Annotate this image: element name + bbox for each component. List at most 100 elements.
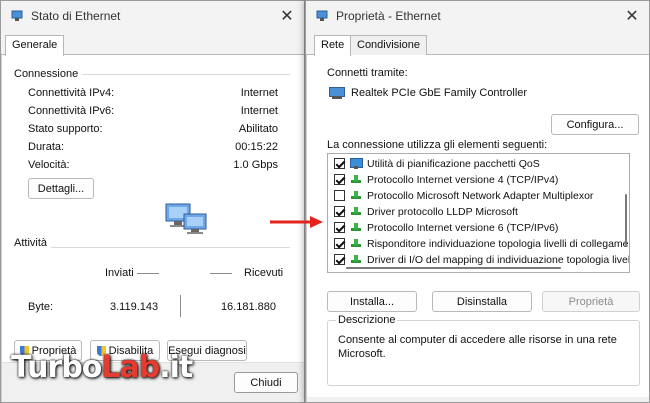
row-value: 1.0 Gbps — [233, 159, 278, 171]
row-value: 00:15:22 — [235, 141, 278, 153]
properties-button[interactable]: Proprietà — [14, 340, 82, 361]
ethernet-properties-window: Proprietà - Ethernet ✕ Rete Condivisione… — [305, 0, 650, 403]
vertical-scrollbar[interactable] — [625, 156, 628, 252]
row-label: Stato supporto: — [28, 123, 103, 135]
connection-row: Connettività IPv6: Internet — [28, 105, 278, 121]
sent-label: Inviati — [105, 267, 134, 279]
window-title: Proprietà - Ethernet — [336, 9, 441, 23]
network-adapter-icon — [11, 10, 23, 22]
description-group: Descrizione Consente al computer di acce… — [327, 314, 640, 386]
diagnose-button[interactable]: Esegui diagnosi — [167, 340, 247, 361]
tab-network[interactable]: Rete — [314, 35, 352, 56]
disable-button-label: Disabilita — [108, 344, 154, 357]
connection-row: Connettività IPv4: Internet — [28, 87, 278, 103]
checkbox[interactable] — [334, 174, 345, 185]
shield-icon — [19, 345, 29, 356]
checkbox[interactable] — [334, 158, 345, 169]
horizontal-scrollbar[interactable] — [346, 267, 607, 270]
scrollbar-thumb[interactable] — [346, 267, 561, 269]
configure-button[interactable]: Configura... — [551, 114, 639, 135]
item-properties-button[interactable]: Proprietà — [542, 291, 640, 312]
properties-button-label: Proprietà — [31, 344, 77, 357]
tab-sharing[interactable]: Condivisione — [350, 35, 427, 55]
close-button[interactable]: Chiudi — [234, 372, 298, 393]
list-item[interactable]: Driver protocollo LLDP Microsoft — [334, 204, 518, 219]
annotation-arrow-icon — [268, 215, 324, 229]
uninstall-button[interactable]: Disinstalla — [432, 291, 532, 312]
network-items-list[interactable]: Utilità di pianificazione pacchetti QoS … — [327, 153, 630, 273]
list-item[interactable]: Risponditore individuazione topologia li… — [334, 236, 630, 251]
network-adapter-icon — [316, 10, 328, 22]
row-value: Internet — [240, 87, 278, 99]
network-adapter-icon — [329, 87, 345, 99]
install-button[interactable]: Installa... — [327, 291, 417, 312]
close-icon[interactable]: ✕ — [276, 5, 298, 27]
list-item-label: Protocollo Internet versione 6 (TCP/IPv6… — [367, 221, 559, 234]
qos-monitor-icon — [350, 158, 363, 169]
protocol-icon — [350, 254, 362, 265]
window-title: Stato di Ethernet — [31, 9, 121, 23]
list-item-label: Protocollo Internet versione 4 (TCP/IPv4… — [367, 173, 559, 186]
bytes-label: Byte: — [28, 301, 54, 313]
connection-group-title: Connessione — [14, 68, 83, 80]
list-item-label: Utilità di pianificazione pacchetti QoS — [367, 157, 540, 170]
disable-button[interactable]: Disabilita — [90, 340, 160, 361]
checkbox[interactable] — [334, 222, 345, 233]
connection-row: Stato supporto: Abilitato — [28, 123, 278, 139]
ethernet-status-window: Stato di Ethernet ✕ Generale Connessione… — [0, 0, 305, 403]
connection-row: Velocità: 1.0 Gbps — [28, 159, 278, 175]
protocol-icon — [350, 206, 362, 217]
row-value: Abilitato — [238, 123, 278, 135]
dialog-footer: Chiudi — [2, 362, 304, 402]
list-item[interactable]: Protocollo Internet versione 6 (TCP/IPv6… — [334, 220, 558, 235]
protocol-icon — [350, 238, 362, 249]
items-label: La connessione utilizza gli elementi seg… — [327, 139, 548, 151]
network-panel: Connetti tramite: Realtek PCIe GbE Famil… — [306, 55, 649, 402]
close-icon[interactable]: ✕ — [621, 5, 643, 27]
bytes-sent-value: 3.119.143 — [110, 301, 159, 313]
tab-strip: Rete Condivisione — [306, 35, 649, 56]
tab-strip: Generale — [1, 35, 304, 56]
bytes-received-value: 16.181.880 — [220, 301, 276, 313]
list-item-label: Driver di I/O del mapping di individuazi… — [367, 253, 630, 266]
received-label: Ricevuti — [244, 267, 284, 279]
protocol-icon — [350, 222, 362, 233]
received-line — [210, 273, 232, 274]
list-item-label: Driver protocollo LLDP Microsoft — [367, 205, 518, 218]
list-item[interactable]: Driver di I/O del mapping di individuazi… — [334, 252, 630, 267]
connection-row: Durata: 00:15:22 — [28, 141, 278, 157]
row-label: Durata: — [28, 141, 65, 153]
connect-using-label: Connetti tramite: — [327, 67, 408, 79]
network-computers-icon — [162, 200, 212, 240]
row-label: Connettività IPv4: — [28, 87, 115, 99]
protocol-icon — [350, 190, 362, 201]
row-label: Connettività IPv6: — [28, 105, 115, 117]
divider — [14, 247, 290, 248]
list-item[interactable]: Utilità di pianificazione pacchetti QoS — [334, 156, 540, 171]
details-button[interactable]: Dettagli... — [28, 178, 94, 199]
row-value: Internet — [240, 105, 278, 117]
scrollbar-thumb[interactable] — [625, 194, 627, 246]
list-item-label: Risponditore individuazione topologia li… — [367, 237, 630, 250]
ethernet-status-titlebar: Stato di Ethernet ✕ — [1, 1, 304, 31]
sent-line — [137, 273, 159, 274]
protocol-icon — [350, 174, 362, 185]
checkbox[interactable] — [334, 190, 345, 201]
description-title: Descrizione — [336, 314, 398, 326]
tab-general[interactable]: Generale — [5, 35, 65, 56]
list-item[interactable]: Protocollo Microsoft Network Adapter Mul… — [334, 188, 593, 203]
checkbox[interactable] — [334, 238, 345, 249]
row-label: Velocità: — [28, 159, 70, 171]
shield-icon — [96, 345, 106, 356]
description-text: Consente al computer di accedere alle ri… — [338, 334, 617, 360]
checkbox[interactable] — [334, 206, 345, 217]
activity-group-title: Attività — [14, 237, 52, 249]
adapter-name: Realtek PCIe GbE Family Controller — [351, 87, 528, 99]
ethernet-properties-titlebar: Proprietà - Ethernet ✕ — [306, 1, 649, 31]
checkbox[interactable] — [334, 254, 345, 265]
list-item-label: Protocollo Microsoft Network Adapter Mul… — [367, 189, 594, 202]
list-item[interactable]: Protocollo Internet versione 4 (TCP/IPv4… — [334, 172, 558, 187]
general-panel: Connessione Connettività IPv4: Internet … — [1, 55, 304, 402]
activity-divider — [180, 295, 181, 317]
dialog-footer — [307, 397, 649, 402]
